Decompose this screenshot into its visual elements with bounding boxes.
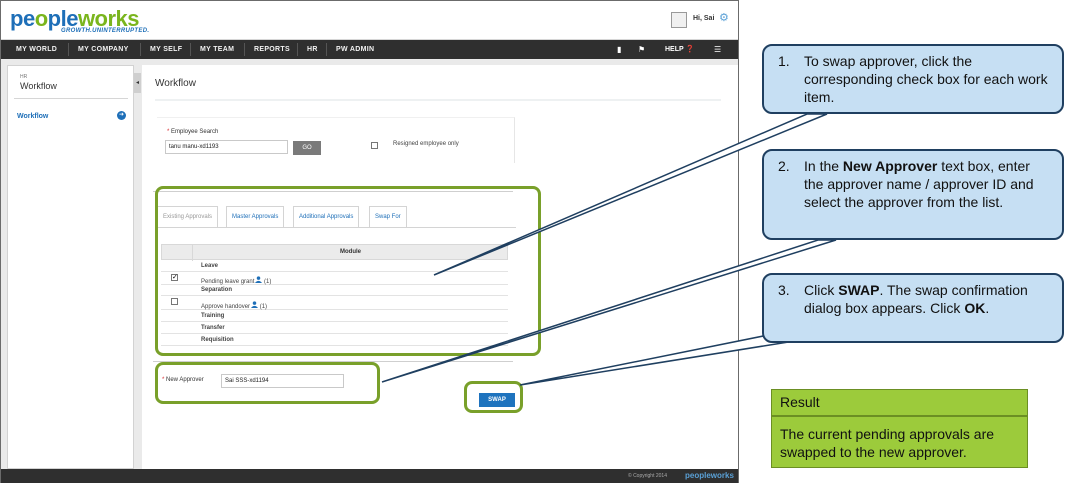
step-1-callout: 1. To swap approver, click the correspon… (762, 44, 1064, 114)
step-1-text: To swap approver, click the correspondin… (804, 53, 1048, 105)
step-2-callout: 2. In the New Approver text box, enter t… (762, 149, 1064, 240)
result-text: The current pending approvals are swappe… (771, 416, 1028, 468)
result-title: Result (771, 389, 1028, 416)
step-3-callout: 3. Click SWAP. The swap confirmation dia… (762, 273, 1064, 343)
tutorial-stage: peopleworks GROWTH.UNINTERRUPTED. Hi, Sa… (0, 0, 1069, 483)
